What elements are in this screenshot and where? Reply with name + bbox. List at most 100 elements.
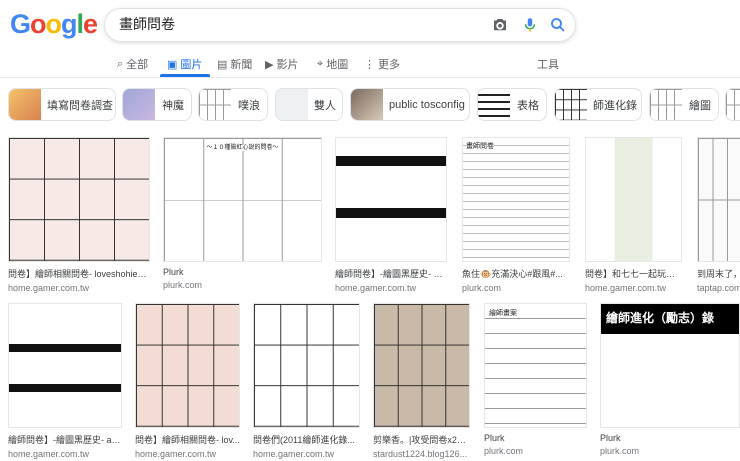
chip-label: 填寫問卷調查 (47, 99, 113, 112)
news-icon: ▤ (217, 58, 228, 71)
chip[interactable]: 繪圖 (649, 88, 719, 121)
chip[interactable] (725, 88, 740, 121)
chip[interactable]: public tosconfig (350, 88, 470, 121)
result-title[interactable]: 魚住🐵充滿決心#跟風#... (462, 267, 570, 280)
image-result[interactable]: 問卷們(2011繪師進化錄... home.gamer.com.tw (253, 303, 360, 459)
result-title[interactable]: 繪師問卷】-繪圖黑歷史- aa... (8, 433, 122, 446)
chip-thumbnail (478, 89, 510, 120)
image-result[interactable]: 繪師畫案 Plurk plurk.com (484, 303, 587, 456)
result-thumbnail[interactable] (335, 137, 447, 262)
result-source: stardust1224.blog126... (373, 449, 468, 459)
chip-label: 繪圖 (689, 99, 711, 112)
result-thumbnail[interactable]: 繪師畫案 (484, 303, 587, 428)
image-result[interactable]: 繪師問卷】-繪圖黑歷史- aa... home.gamer.com.tw (335, 137, 447, 293)
result-thumbnail[interactable] (373, 303, 470, 428)
tab-all[interactable]: ⌕ 全部 (117, 56, 148, 72)
result-title[interactable]: 問卷】和七七一起玩的... (585, 267, 682, 280)
thumbnail-caption: ～１０種險紅心說的問卷～ (206, 145, 279, 151)
result-thumbnail[interactable] (135, 303, 240, 428)
tab-more[interactable]: ⋮ 更多 (364, 56, 400, 72)
chip[interactable]: 噗浪 (198, 88, 268, 121)
chip[interactable]: 填寫問卷調查 (8, 88, 116, 121)
tab-maps[interactable]: ⌖ 地圖 (317, 56, 348, 72)
result-thumbnail[interactable] (8, 303, 122, 428)
result-title[interactable]: 剪樂香。|攻受問卷x2、... (373, 433, 470, 446)
result-source: home.gamer.com.tw (135, 449, 217, 459)
chip-label: public tosconfig (389, 98, 465, 111)
image-result[interactable]: 問卷】繪師相關問卷- lov... home.gamer.com.tw (135, 303, 240, 459)
result-source: plurk.com (484, 446, 524, 456)
search-input[interactable] (119, 16, 479, 32)
result-thumbnail[interactable]: 繪師進化（勵志）錄 (600, 303, 740, 428)
image-result[interactable]: 到周末了，... taptap.com (697, 137, 740, 293)
chip[interactable]: 神魔 (122, 88, 192, 121)
result-title[interactable]: 問卷】繪師相關問卷- loveshohie的... (8, 267, 150, 280)
result-source: plurk.com (600, 446, 640, 456)
map-pin-icon: ⌖ (317, 57, 324, 70)
thumbnail-caption: 繪師畫案 (489, 310, 517, 317)
chip-label: 噗浪 (238, 99, 260, 112)
tools-button[interactable]: 工具 (537, 56, 559, 72)
tab-label: 新聞 (230, 59, 253, 71)
result-title[interactable]: Plurk (163, 267, 322, 277)
image-result[interactable]: 畫師問卷魚住🐵充滿決心#跟風#... plurk.com (462, 137, 570, 293)
chip[interactable]: 師進化錄 (554, 88, 642, 121)
result-thumbnail[interactable] (585, 137, 682, 262)
tab-images[interactable]: ▣ 圖片 (167, 56, 202, 72)
image-result[interactable]: 剪樂香。|攻受問卷x2、... stardust1224.blog126... (373, 303, 470, 459)
result-thumbnail[interactable] (697, 137, 740, 262)
tab-label: 影片 (276, 59, 299, 71)
chip-thumbnail (726, 89, 740, 120)
image-result[interactable]: 繪師問卷】-繪圖黑歷史- aa... home.gamer.com.tw (8, 303, 122, 459)
tab-label: 地圖 (326, 59, 349, 71)
tab-videos[interactable]: ▶ 影片 (265, 56, 298, 72)
result-title[interactable]: 到周末了，... (697, 267, 740, 280)
result-source: plurk.com (163, 280, 203, 290)
result-source: home.gamer.com.tw (8, 283, 90, 293)
tab-label: 圖片 (180, 59, 203, 71)
result-thumbnail[interactable]: 畫師問卷 (462, 137, 570, 262)
chip-thumbnail (555, 89, 587, 120)
result-thumbnail[interactable] (8, 137, 150, 262)
image-result[interactable]: 問卷】繪師相關問卷- loveshohie的... home.gamer.com.… (8, 137, 150, 293)
search-tabs: ⌕ 全部 ▣ 圖片 ▤ 新聞 ▶ 影片 ⌖ 地圖 ⋮ 更多 工具 (0, 54, 740, 78)
image-result[interactable]: 繪師進化（勵志）錄 Plurk plurk.com (600, 303, 740, 456)
result-title[interactable]: 問卷】繪師相關問卷- lov... (135, 433, 240, 446)
search-icon[interactable] (549, 16, 567, 34)
chip-thumbnail (276, 89, 308, 120)
tab-label: 全部 (126, 59, 149, 71)
result-title[interactable]: 繪師問卷】-繪圖黑歷史- aa... (335, 267, 447, 280)
google-logo[interactable]: Google (10, 9, 98, 40)
chip[interactable]: 表格 (477, 88, 547, 121)
result-source: home.gamer.com.tw (335, 283, 417, 293)
tools-label: 工具 (537, 59, 559, 71)
search-icon: ⌕ (117, 57, 124, 70)
chip-label: 神魔 (162, 99, 184, 112)
result-thumbnail[interactable]: ～１０種險紅心說的問卷～ (163, 137, 322, 262)
chip-thumbnail (650, 89, 682, 120)
image-result[interactable]: 問卷】和七七一起玩的... home.gamer.com.tw (585, 137, 682, 293)
thumbnail-caption: 畫師問卷 (466, 143, 494, 150)
chip-thumbnail (199, 89, 231, 120)
image-icon: ▣ (167, 58, 178, 71)
result-source: taptap.com (697, 283, 740, 293)
result-thumbnail[interactable] (253, 303, 360, 428)
result-title[interactable]: 問卷們(2011繪師進化錄... (253, 433, 360, 446)
chip-label: 表格 (517, 99, 539, 112)
more-vert-icon: ⋮ (364, 58, 375, 71)
video-icon: ▶ (265, 58, 274, 71)
microphone-icon[interactable] (521, 16, 539, 34)
chip-thumbnail (123, 89, 155, 120)
chip[interactable]: 雙人 (275, 88, 343, 121)
active-tab-indicator (160, 74, 210, 77)
result-title[interactable]: Plurk (600, 433, 740, 443)
thumbnail-caption: 繪師進化（勵志）錄 (606, 311, 715, 325)
chip-label: 雙人 (314, 99, 336, 112)
camera-icon[interactable] (491, 16, 509, 34)
image-result[interactable]: ～１０種險紅心說的問卷～ Plurk plurk.com (163, 137, 322, 290)
result-source: home.gamer.com.tw (253, 449, 335, 459)
tab-news[interactable]: ▤ 新聞 (217, 56, 252, 72)
result-source: plurk.com (462, 283, 502, 293)
result-source: home.gamer.com.tw (8, 449, 90, 459)
result-title[interactable]: Plurk (484, 433, 587, 443)
